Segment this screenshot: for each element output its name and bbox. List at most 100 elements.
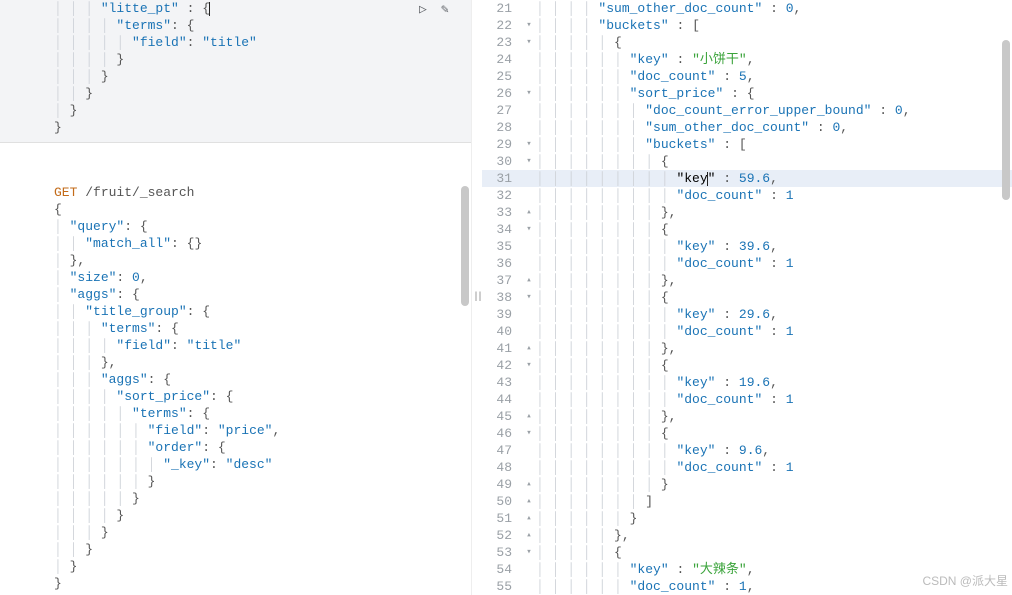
fold-icon[interactable] — [522, 238, 536, 255]
fold-icon[interactable] — [522, 170, 536, 187]
code-line[interactable]: │ │ │ │ │ "field": "title" — [0, 34, 471, 51]
fold-icon[interactable]: ▾ — [522, 85, 536, 102]
code-line[interactable]: 33▴│ │ │ │ │ │ │ │ }, — [482, 204, 1012, 221]
code-line[interactable]: 45▴│ │ │ │ │ │ │ │ }, — [482, 408, 1012, 425]
code-line[interactable]: │ │ │ } — [0, 524, 471, 541]
code-line[interactable]: 38▾│ │ │ │ │ │ │ │ { — [482, 289, 1012, 306]
code-line[interactable]: │ │ │ │ │ │ } — [0, 473, 471, 490]
code-line[interactable]: │ │ │ │ │ } — [0, 490, 471, 507]
code-line[interactable]: │ "query": { — [0, 218, 471, 235]
code-line[interactable]: │ │ │ │ } — [0, 51, 471, 68]
fold-icon[interactable] — [522, 442, 536, 459]
code-line[interactable]: 49▴│ │ │ │ │ │ │ │ } — [482, 476, 1012, 493]
code-line[interactable]: │ │ │ │ │ "terms": { — [0, 405, 471, 422]
fold-icon[interactable] — [522, 459, 536, 476]
current-request-block[interactable]: GET /fruit/_search{│ "query": {│ │ "matc… — [0, 167, 471, 592]
fold-icon[interactable]: ▾ — [522, 357, 536, 374]
code-line[interactable]: │ │ │ }, — [0, 354, 471, 371]
code-line[interactable]: { — [0, 201, 471, 218]
code-line[interactable]: 36│ │ │ │ │ │ │ │ │ "doc_count" : 1 — [482, 255, 1012, 272]
fold-icon[interactable]: ▾ — [522, 153, 536, 170]
code-line[interactable]: 48│ │ │ │ │ │ │ │ │ "doc_count" : 1 — [482, 459, 1012, 476]
code-line[interactable]: 23▾│ │ │ │ │ { — [482, 34, 1012, 51]
fold-icon[interactable] — [522, 323, 536, 340]
code-line[interactable]: 32│ │ │ │ │ │ │ │ │ "doc_count" : 1 — [482, 187, 1012, 204]
fold-icon[interactable] — [522, 119, 536, 136]
fold-icon[interactable] — [522, 561, 536, 578]
code-line[interactable]: │ │ │ │ "sort_price": { — [0, 388, 471, 405]
code-line[interactable]: │ } — [0, 558, 471, 575]
scrollbar-right[interactable] — [1002, 40, 1010, 200]
code-line[interactable]: 44│ │ │ │ │ │ │ │ │ "doc_count" : 1 — [482, 391, 1012, 408]
code-line[interactable]: 55│ │ │ │ │ │ "doc_count" : 1, — [482, 578, 1012, 595]
code-line[interactable]: │ │ } — [0, 85, 471, 102]
code-line[interactable]: 46▾│ │ │ │ │ │ │ │ { — [482, 425, 1012, 442]
code-line[interactable]: 37▴│ │ │ │ │ │ │ │ }, — [482, 272, 1012, 289]
run-icon[interactable]: ▷ — [419, 2, 435, 18]
code-line[interactable]: │ } — [0, 102, 471, 119]
fold-icon[interactable]: ▾ — [522, 136, 536, 153]
code-line[interactable]: 35│ │ │ │ │ │ │ │ │ "key" : 39.6, — [482, 238, 1012, 255]
code-line[interactable]: │ │ │ } — [0, 68, 471, 85]
fold-icon[interactable]: ▾ — [522, 425, 536, 442]
code-line[interactable]: GET /fruit/_search — [0, 184, 471, 201]
code-line[interactable]: 24│ │ │ │ │ │ "key" : "小饼干", — [482, 51, 1012, 68]
code-line[interactable]: │ │ │ │ "field": "title" — [0, 337, 471, 354]
fold-icon[interactable] — [522, 187, 536, 204]
response-viewer[interactable]: 21│ │ │ │ "sum_other_doc_count" : 0,22▾│… — [482, 0, 1012, 595]
code-line[interactable] — [0, 167, 471, 184]
code-line[interactable]: 21│ │ │ │ "sum_other_doc_count" : 0, — [482, 0, 1012, 17]
code-line[interactable]: │ │ │ "aggs": { — [0, 371, 471, 388]
code-line[interactable]: │ │ } — [0, 541, 471, 558]
code-line[interactable]: │ │ "match_all": {} — [0, 235, 471, 252]
code-line[interactable]: │ │ │ "litte_pt" : { — [0, 0, 471, 17]
fold-icon[interactable] — [522, 306, 536, 323]
code-line[interactable]: 53▾│ │ │ │ │ { — [482, 544, 1012, 561]
code-line[interactable]: 42▾│ │ │ │ │ │ │ │ { — [482, 357, 1012, 374]
fold-icon[interactable]: ▾ — [522, 544, 536, 561]
code-line[interactable]: │ │ "title_group": { — [0, 303, 471, 320]
code-line[interactable]: 25│ │ │ │ │ │ "doc_count" : 5, — [482, 68, 1012, 85]
fold-icon[interactable]: ▴ — [522, 476, 536, 493]
code-line[interactable]: 31│ │ │ │ │ │ │ │ │ "key" : 59.6, — [482, 170, 1012, 187]
code-line[interactable]: │ │ │ │ │ │ "field": "price", — [0, 422, 471, 439]
code-line[interactable]: 39│ │ │ │ │ │ │ │ │ "key" : 29.6, — [482, 306, 1012, 323]
fold-icon[interactable] — [522, 102, 536, 119]
scrollbar-left[interactable] — [461, 186, 469, 306]
code-line[interactable]: │ │ │ │ │ │ "order": { — [0, 439, 471, 456]
code-line[interactable]: │ │ │ │ │ │ │ "_key": "desc" — [0, 456, 471, 473]
fold-icon[interactable] — [522, 391, 536, 408]
fold-icon[interactable]: ▾ — [522, 17, 536, 34]
code-line[interactable]: │ │ │ │ "terms": { — [0, 17, 471, 34]
fold-icon[interactable]: ▾ — [522, 34, 536, 51]
fold-icon[interactable]: ▴ — [522, 510, 536, 527]
code-line[interactable]: 30▾│ │ │ │ │ │ │ │ { — [482, 153, 1012, 170]
code-line[interactable]: 29▾│ │ │ │ │ │ │ "buckets" : [ — [482, 136, 1012, 153]
code-line[interactable]: │ │ │ "terms": { — [0, 320, 471, 337]
code-line[interactable]: │ "size": 0, — [0, 269, 471, 286]
code-line[interactable]: │ "aggs": { — [0, 286, 471, 303]
code-line[interactable]: 22▾│ │ │ │ "buckets" : [ — [482, 17, 1012, 34]
code-line[interactable]: 43│ │ │ │ │ │ │ │ │ "key" : 19.6, — [482, 374, 1012, 391]
code-line[interactable]: 26▾│ │ │ │ │ │ "sort_price" : { — [482, 85, 1012, 102]
fold-icon[interactable]: ▾ — [522, 221, 536, 238]
fold-icon[interactable] — [522, 0, 536, 17]
code-line[interactable]: 27│ │ │ │ │ │ │ "doc_count_error_upper_b… — [482, 102, 1012, 119]
code-line[interactable]: 28│ │ │ │ │ │ │ "sum_other_doc_count" : … — [482, 119, 1012, 136]
fold-icon[interactable]: ▴ — [522, 493, 536, 510]
code-line[interactable]: │ }, — [0, 252, 471, 269]
fold-icon[interactable]: ▴ — [522, 340, 536, 357]
request-editor[interactable]: ▷ ✎ │ │ │ "litte_pt" : {│ │ │ │ "terms":… — [0, 0, 472, 595]
code-line[interactable]: 47│ │ │ │ │ │ │ │ │ "key" : 9.6, — [482, 442, 1012, 459]
code-line[interactable]: 40│ │ │ │ │ │ │ │ │ "doc_count" : 1 — [482, 323, 1012, 340]
fold-icon[interactable] — [522, 68, 536, 85]
code-line[interactable]: 54│ │ │ │ │ │ "key" : "大辣条", — [482, 561, 1012, 578]
fold-icon[interactable]: ▴ — [522, 527, 536, 544]
code-line[interactable]: 50▴│ │ │ │ │ │ │ ] — [482, 493, 1012, 510]
panel-resize-handle[interactable]: || — [472, 0, 482, 595]
fold-icon[interactable] — [522, 51, 536, 68]
wrench-icon[interactable]: ✎ — [441, 2, 457, 18]
fold-icon[interactable] — [522, 578, 536, 595]
fold-icon[interactable]: ▾ — [522, 289, 536, 306]
code-line[interactable]: │ │ │ │ } — [0, 507, 471, 524]
